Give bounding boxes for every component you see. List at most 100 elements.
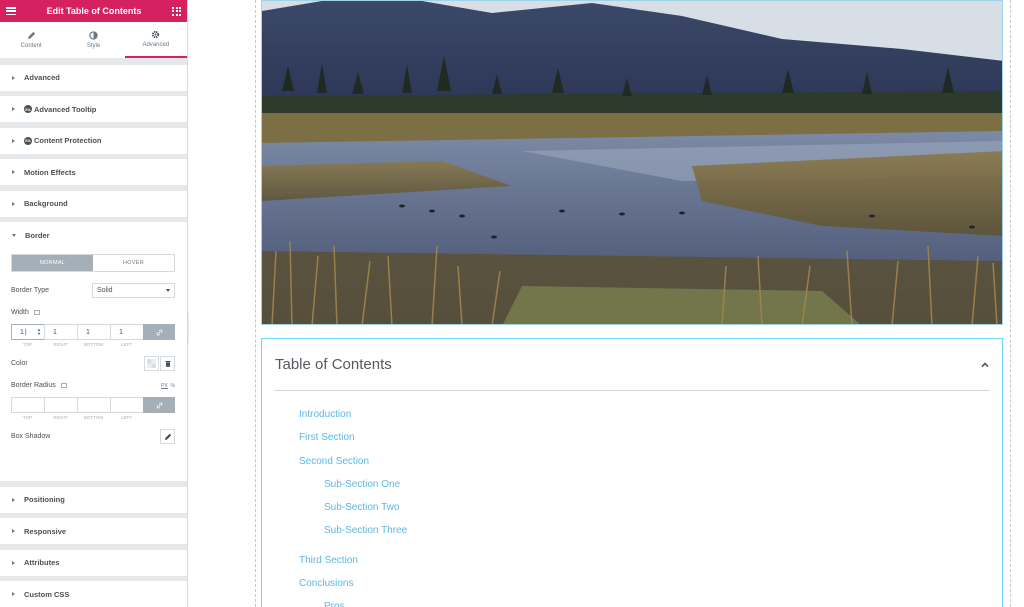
- chevron-down-icon: [166, 289, 170, 292]
- section-border[interactable]: Border: [0, 222, 187, 248]
- toc-sublink[interactable]: Pros: [299, 595, 1002, 607]
- column-guide: [255, 0, 256, 607]
- panel-tabs: Content Style Advanced: [0, 22, 187, 59]
- caret-right-icon: [12, 170, 15, 174]
- section-label: Content Protection: [34, 136, 102, 145]
- toc-link[interactable]: Second Section: [299, 450, 1002, 473]
- dim-label-bottom: BOTTOM: [83, 415, 104, 420]
- caret-right-icon: [12, 107, 15, 111]
- dim-label-left: LEFT: [120, 415, 132, 420]
- width-left-input[interactable]: 1: [110, 324, 143, 340]
- color-swatch-icon: [147, 359, 156, 368]
- border-type-label: Border Type: [11, 287, 50, 294]
- section-positioning[interactable]: Positioning: [0, 486, 187, 513]
- section-label: Positioning: [24, 495, 65, 504]
- width-left-value: 1: [119, 328, 123, 336]
- link-values-button[interactable]: [143, 324, 175, 340]
- section-advanced-tooltip[interactable]: EA Advanced Tooltip: [0, 96, 187, 122]
- normal-state-button[interactable]: NORMAL: [12, 255, 93, 271]
- state-toggle: NORMAL HOVER: [11, 254, 175, 272]
- radius-dim-labels: TOP RIGHT BOTTOM LEFT: [11, 415, 175, 420]
- column-guide: [1010, 0, 1011, 607]
- width-label: Width: [11, 309, 29, 316]
- radius-left-input[interactable]: [110, 397, 143, 413]
- edit-shadow-button[interactable]: [160, 429, 175, 444]
- section-motion-effects[interactable]: Motion Effects: [0, 159, 187, 185]
- editor-panel: Edit Table of Contents Content Style Adv…: [0, 0, 188, 607]
- section-advanced[interactable]: Advanced: [0, 64, 187, 91]
- radius-inputs: [11, 397, 175, 413]
- border-controls: NORMAL HOVER Border Type Solid Width 1 | ▲…: [0, 248, 187, 481]
- half-circle-icon: [89, 31, 98, 40]
- landscape-image[interactable]: [261, 0, 1003, 325]
- toc-sublink[interactable]: Sub-Section One: [299, 473, 1002, 496]
- unit-px[interactable]: PX: [161, 383, 168, 389]
- box-shadow-row: Box Shadow: [11, 429, 175, 444]
- essential-addons-icon: EA: [24, 105, 32, 113]
- essential-addons-icon: EA: [24, 136, 32, 145]
- widgets-grid-icon[interactable]: [172, 6, 181, 16]
- radius-bottom-input[interactable]: [77, 397, 110, 413]
- toc-header[interactable]: Table of Contents: [274, 339, 990, 391]
- desktop-icon[interactable]: [33, 310, 40, 315]
- chevron-up-icon[interactable]: [980, 360, 990, 370]
- section-background[interactable]: Background: [0, 190, 187, 217]
- section-label: Background: [24, 199, 68, 208]
- dim-label-right: RIGHT: [53, 415, 68, 420]
- width-top-value: 1: [20, 328, 24, 336]
- toc-sublink[interactable]: Sub-Section Three: [299, 519, 1002, 542]
- hover-state-button[interactable]: HOVER: [93, 255, 174, 271]
- section-label: Responsive: [24, 526, 67, 536]
- toc-sublink[interactable]: Sub-Section Two: [299, 496, 1002, 519]
- toc-link[interactable]: First Section: [299, 426, 1002, 449]
- toc-link[interactable]: Introduction: [299, 403, 1002, 426]
- width-right-input[interactable]: 1: [44, 324, 77, 340]
- color-row: Color: [11, 356, 175, 371]
- desktop-icon[interactable]: [60, 383, 67, 388]
- radius-top-input[interactable]: [11, 397, 44, 413]
- section-label: Motion Effects: [24, 167, 76, 177]
- border-type-row: Border Type Solid: [11, 283, 175, 298]
- tab-advanced[interactable]: Advanced: [124, 22, 187, 58]
- caret-right-icon: [12, 75, 15, 80]
- width-dim-labels: TOP RIGHT BOTTOM LEFT: [11, 342, 175, 347]
- clear-color-button[interactable]: [160, 356, 175, 371]
- section-label: Advanced: [24, 73, 60, 82]
- toc-link[interactable]: Conclusions: [299, 572, 1002, 595]
- panel-title: Edit Table of Contents: [46, 6, 142, 16]
- section-attributes[interactable]: Attributes: [0, 549, 187, 576]
- color-label: Color: [11, 360, 28, 367]
- color-picker[interactable]: [144, 356, 159, 371]
- section-label: Border: [25, 230, 50, 240]
- dim-label-bottom: BOTTOM: [83, 342, 104, 347]
- link-values-button[interactable]: [143, 397, 175, 413]
- link-icon: [156, 402, 162, 408]
- section-custom-css[interactable]: Custom CSS: [0, 581, 187, 607]
- caret-right-icon: [12, 529, 15, 533]
- toc-link[interactable]: Third Section: [299, 549, 1002, 572]
- tab-content[interactable]: Content: [0, 22, 62, 58]
- border-type-value: Solid: [97, 287, 113, 294]
- width-bottom-input[interactable]: 1: [77, 324, 110, 340]
- section-label: Custom CSS: [24, 589, 70, 599]
- lake-mountain-photo: [262, 1, 1002, 324]
- border-type-select[interactable]: Solid: [92, 283, 175, 298]
- table-of-contents-widget: Table of Contents Introduction First Sec…: [261, 338, 1003, 607]
- section-responsive[interactable]: Responsive: [0, 518, 187, 544]
- stepper-icon[interactable]: ▲ ▼: [37, 328, 41, 336]
- toc-list: Introduction First Section Second Sectio…: [262, 403, 1002, 607]
- caret-right-icon: [12, 497, 15, 502]
- width-label-row: Width: [11, 309, 175, 316]
- section-content-protection[interactable]: EA Content Protection: [0, 127, 187, 154]
- panel-header: Edit Table of Contents: [0, 0, 187, 22]
- caret-right-icon: [12, 201, 15, 206]
- menu-icon[interactable]: [6, 7, 16, 15]
- border-radius-row: Border Radius PX %: [11, 382, 175, 389]
- tab-style[interactable]: Style: [62, 22, 124, 58]
- width-right-value: 1: [53, 328, 57, 336]
- pencil-icon: [164, 433, 171, 440]
- box-shadow-label: Box Shadow: [11, 433, 51, 440]
- radius-right-input[interactable]: [44, 397, 77, 413]
- width-top-input[interactable]: 1 | ▲ ▼: [11, 324, 44, 340]
- unit-percent[interactable]: %: [171, 383, 175, 389]
